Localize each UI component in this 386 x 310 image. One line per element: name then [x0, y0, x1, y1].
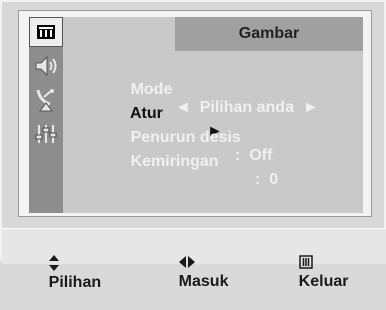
sidebar-item-sound[interactable] — [29, 51, 63, 81]
hint-enter: Masuk — [152, 237, 228, 309]
menu-title-bar: Gambar — [175, 17, 363, 51]
sidebar-item-setup[interactable] — [29, 119, 63, 149]
left-right-arrow-icon — [178, 256, 195, 268]
menu-window: Gambar Mode ◄ Pilihan anda ► Atur ► Penu… — [18, 10, 372, 217]
hint-exit-label: Keluar — [298, 273, 349, 290]
menu-row-tilt[interactable]: Kemiringan : 0 — [95, 135, 279, 207]
up-down-arrow-icon — [48, 255, 59, 271]
sidebar-item-channel[interactable] — [29, 85, 63, 115]
hint-exit: Keluar — [272, 237, 348, 309]
sound-icon — [35, 55, 57, 77]
sidebar-item-picture[interactable] — [29, 17, 63, 47]
menu-row-value: : 0 — [255, 171, 279, 188]
menu-row-label: Kemiringan — [130, 153, 219, 170]
picture-icon — [37, 25, 55, 39]
setup-sliders-icon — [35, 125, 57, 143]
button-hint-bar: Pilihan Masuk Keluar — [2, 228, 386, 291]
hint-move: Pilihan — [22, 237, 101, 310]
hint-move-label: Pilihan — [48, 274, 102, 291]
channel-antenna-icon — [36, 89, 54, 112]
menu-panel: Gambar Mode ◄ Pilihan anda ► Atur ► Penu… — [63, 17, 363, 213]
osd-screen: Gambar Mode ◄ Pilihan anda ► Atur ► Penu… — [0, 0, 386, 291]
hint-enter-label: Masuk — [178, 273, 229, 290]
menu-row-value: : Off — [235, 147, 273, 164]
menu-sidebar — [29, 17, 63, 213]
menu-icon — [298, 255, 313, 269]
menu-title: Gambar — [238, 25, 300, 42]
